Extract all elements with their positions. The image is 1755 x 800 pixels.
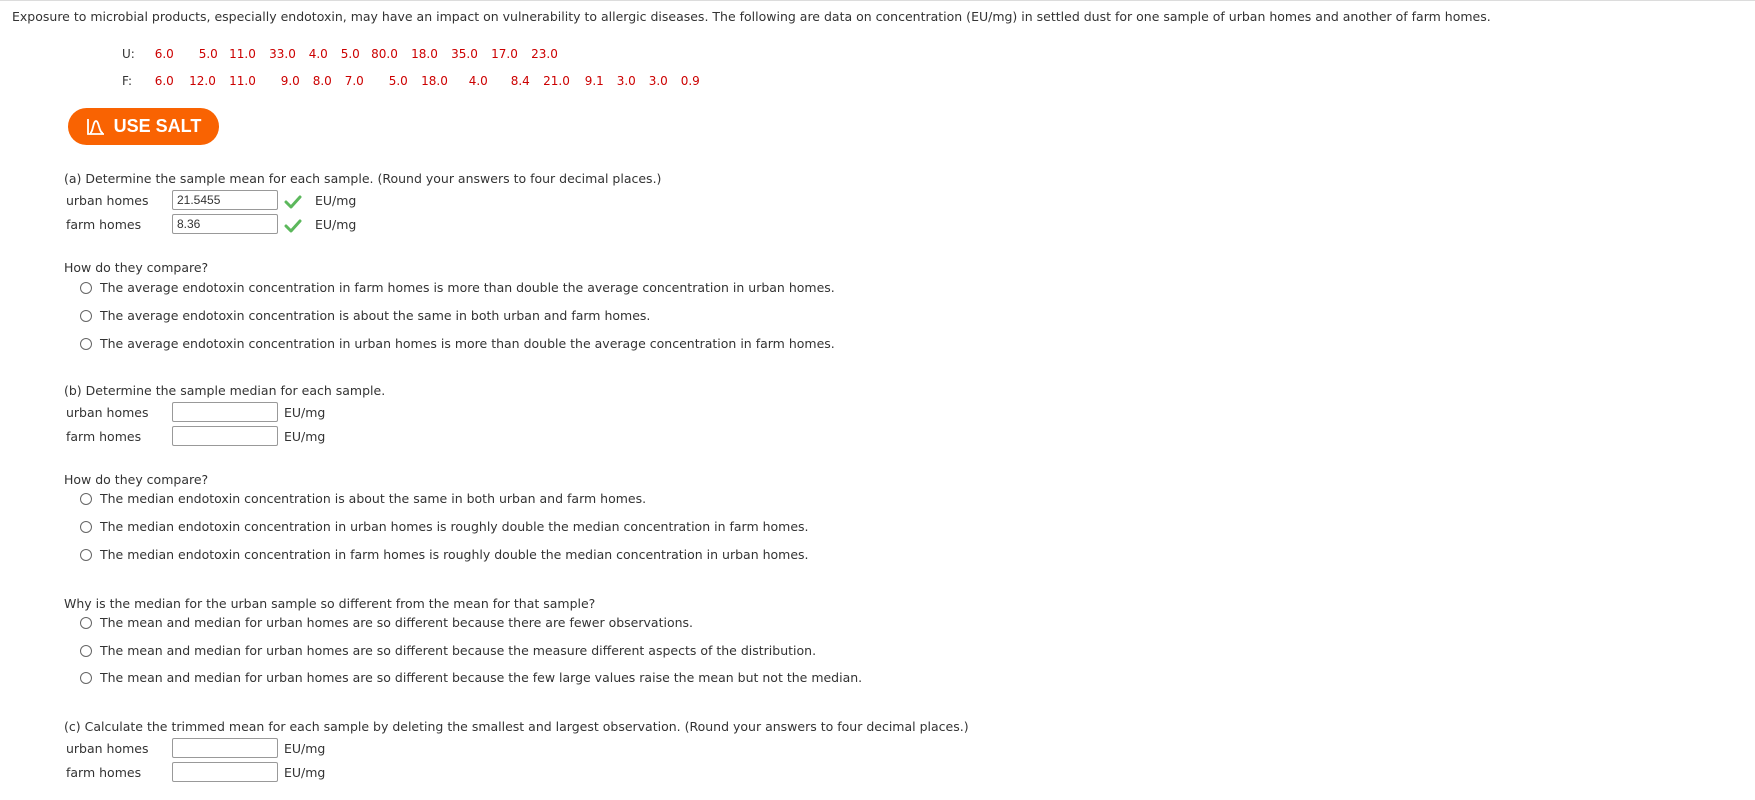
- data-value: 9.0: [280, 74, 300, 88]
- data-value: 21.0: [543, 74, 570, 88]
- part-b-option-3[interactable]: The median endotoxin concentration in fa…: [80, 547, 809, 562]
- radio-button[interactable]: [80, 281, 92, 294]
- radio-button[interactable]: [80, 492, 92, 505]
- data-value: 0.9: [680, 74, 700, 88]
- data-value: 5.0: [198, 47, 218, 61]
- part-a-urban-label: urban homes: [66, 193, 149, 208]
- data-value: 9.1: [584, 74, 604, 88]
- farm-data-label: F:: [122, 74, 133, 88]
- part-c-urban-trimmed-mean-input[interactable]: [172, 738, 278, 758]
- part-a-urban-unit: EU/mg: [315, 193, 357, 208]
- radio-button[interactable]: [80, 616, 92, 629]
- part-b-why-option-1[interactable]: The mean and median for urban homes are …: [80, 615, 693, 630]
- part-b-why-option-2[interactable]: The mean and median for urban homes are …: [80, 643, 816, 658]
- problem-intro: Exposure to microbial products, especial…: [12, 9, 1491, 24]
- part-b-option-2[interactable]: The median endotoxin concentration in ur…: [80, 519, 809, 534]
- part-a-option-2[interactable]: The average endotoxin concentration is a…: [80, 308, 650, 323]
- option-text: The average endotoxin concentration in u…: [100, 336, 835, 351]
- radio-button[interactable]: [80, 337, 92, 350]
- part-b-urban-median-input[interactable]: [172, 402, 278, 422]
- data-value: 8.4: [510, 74, 530, 88]
- part-a-prompt: (a) Determine the sample mean for each s…: [64, 171, 662, 186]
- part-b-prompt: (b) Determine the sample median for each…: [64, 383, 386, 398]
- part-b-compare-prompt: How do they compare?: [64, 472, 209, 487]
- correct-check-icon: [284, 219, 302, 233]
- part-c-farm-label: farm homes: [66, 765, 142, 780]
- urban-data-row: U: 6.0 5.0 11.0 33.0 4.0 5.0 80.0 18.0 35.0 17.0 2…: [122, 47, 558, 61]
- part-a-farm-mean-input[interactable]: [172, 214, 278, 234]
- part-a-farm-unit: EU/mg: [315, 217, 357, 232]
- part-b-option-1[interactable]: The median endotoxin concentration is ab…: [80, 491, 646, 506]
- data-value: 12.0: [189, 74, 216, 88]
- part-a-option-3[interactable]: The average endotoxin concentration in u…: [80, 336, 835, 351]
- data-value: 4.0: [468, 74, 488, 88]
- part-b-farm-median-input[interactable]: [172, 426, 278, 446]
- part-a-urban-mean-input[interactable]: [172, 190, 278, 210]
- part-b-why-prompt: Why is the median for the urban sample s…: [64, 596, 596, 611]
- distribution-curve-icon: [86, 118, 104, 135]
- data-value: 7.0: [344, 74, 364, 88]
- data-value: 33.0: [269, 47, 296, 61]
- data-value: 11.0: [229, 47, 256, 61]
- radio-button[interactable]: [80, 644, 92, 657]
- part-b-why-option-3[interactable]: The mean and median for urban homes are …: [80, 670, 862, 685]
- radio-button[interactable]: [80, 671, 92, 684]
- data-value: 35.0: [451, 47, 478, 61]
- part-c-farm-unit: EU/mg: [284, 765, 326, 780]
- data-value: 8.0: [312, 74, 332, 88]
- option-text: The mean and median for urban homes are …: [100, 643, 817, 658]
- farm-data-values: 6.0 12.0 11.0 9.0 8.0 7.0 5.0 18.0 4.0 8.4 21.0 9.1…: [152, 74, 700, 88]
- data-value: 3.0: [648, 74, 668, 88]
- part-b-farm-unit: EU/mg: [284, 429, 326, 444]
- part-a-farm-label: farm homes: [66, 217, 142, 232]
- option-text: The mean and median for urban homes are …: [100, 670, 863, 685]
- radio-button[interactable]: [80, 548, 92, 561]
- data-value: 11.0: [229, 74, 256, 88]
- option-text: The median endotoxin concentration is ab…: [100, 491, 647, 506]
- part-b-urban-label: urban homes: [66, 405, 149, 420]
- data-value: 5.0: [340, 47, 360, 61]
- farm-data-row: F: 6.0 12.0 11.0 9.0 8.0 7.0 5.0 18.0 4.0 8.4 21.0…: [122, 74, 700, 88]
- part-c-prompt: (c) Calculate the trimmed mean for each …: [64, 719, 969, 734]
- option-text: The median endotoxin concentration in ur…: [100, 519, 809, 534]
- option-text: The average endotoxin concentration is a…: [100, 308, 651, 323]
- part-a-compare-prompt: How do they compare?: [64, 260, 209, 275]
- part-b-farm-label: farm homes: [66, 429, 142, 444]
- urban-data-label: U:: [122, 47, 135, 61]
- data-value: 4.0: [308, 47, 328, 61]
- radio-button[interactable]: [80, 309, 92, 322]
- radio-button[interactable]: [80, 520, 92, 533]
- data-value: 18.0: [411, 47, 438, 61]
- data-value: 80.0: [371, 47, 398, 61]
- data-value: 23.0: [531, 47, 558, 61]
- urban-data-values: 6.0 5.0 11.0 33.0 4.0 5.0 80.0 18.0 35.0 17.0 23.0: [152, 47, 558, 61]
- part-c-urban-label: urban homes: [66, 741, 149, 756]
- option-text: The average endotoxin concentration in f…: [100, 280, 835, 295]
- part-a-option-1[interactable]: The average endotoxin concentration in f…: [80, 280, 835, 295]
- data-value: 5.0: [388, 74, 408, 88]
- use-salt-label: USE SALT: [113, 116, 202, 136]
- part-b-urban-unit: EU/mg: [284, 405, 326, 420]
- data-value: 3.0: [616, 74, 636, 88]
- data-value: 18.0: [421, 74, 448, 88]
- data-value: 6.0: [154, 47, 174, 61]
- use-salt-button[interactable]: USE SALT: [68, 108, 219, 145]
- data-value: 6.0: [154, 74, 174, 88]
- option-text: The mean and median for urban homes are …: [100, 615, 693, 630]
- part-c-urban-unit: EU/mg: [284, 741, 326, 756]
- option-text: The median endotoxin concentration in fa…: [100, 547, 809, 562]
- correct-check-icon: [284, 195, 302, 209]
- data-value: 17.0: [491, 47, 518, 61]
- part-c-farm-trimmed-mean-input[interactable]: [172, 762, 278, 782]
